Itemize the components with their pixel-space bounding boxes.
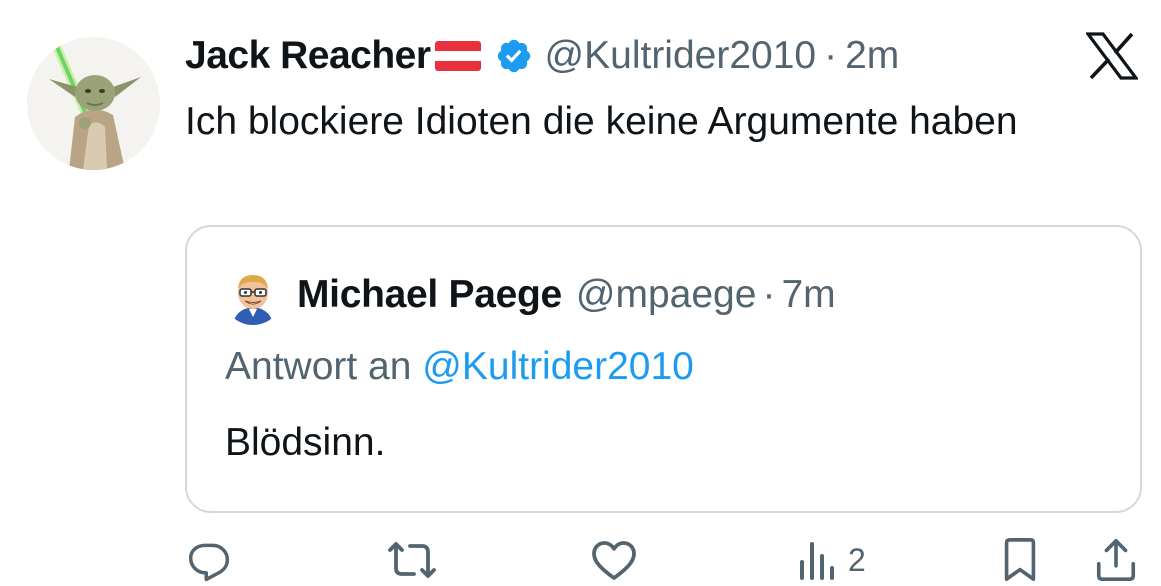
- author-display-name[interactable]: Jack Reacher: [185, 34, 431, 78]
- tweet-header: Jack Reacher @Kultrider2010 · 2m: [185, 28, 899, 84]
- retweet-icon: [386, 538, 438, 582]
- quoted-author-handle[interactable]: @mpaege: [576, 273, 757, 317]
- reply-prefix: Antwort an: [225, 345, 412, 388]
- share-button[interactable]: [1094, 536, 1138, 584]
- reply-button[interactable]: [186, 536, 232, 584]
- views-icon: [796, 538, 836, 582]
- author-handle[interactable]: @Kultrider2010: [545, 34, 817, 78]
- tweet-text: Ich blockiere Idioten die keine Argument…: [185, 100, 1018, 143]
- verified-badge-icon[interactable]: [495, 37, 533, 75]
- quoted-separator-dot: ·: [762, 273, 776, 316]
- bookmark-button[interactable]: [1000, 536, 1040, 584]
- author-avatar[interactable]: [27, 37, 160, 170]
- retweet-button[interactable]: [386, 536, 438, 584]
- quoted-tweet-text: Blödsinn.: [225, 421, 386, 464]
- tweet-action-bar: 2: [0, 534, 1161, 586]
- like-icon: [590, 538, 638, 582]
- bookmark-icon: [1000, 537, 1040, 583]
- yoda-avatar-image: [27, 37, 160, 170]
- like-button[interactable]: [590, 536, 638, 584]
- x-logo-icon: [1086, 32, 1138, 80]
- reply-icon: [186, 538, 232, 582]
- austria-flag-icon: [434, 41, 481, 71]
- views-button[interactable]: 2: [796, 536, 866, 584]
- views-count: 2: [848, 541, 866, 578]
- tweet-card[interactable]: Jack Reacher @Kultrider2010 · 2m Ich blo…: [0, 0, 1161, 586]
- cartoon-avatar-image: [223, 265, 283, 325]
- quoted-tweet-timestamp[interactable]: 7m: [781, 273, 835, 317]
- share-icon: [1094, 537, 1138, 583]
- quoted-author-display-name[interactable]: Michael Paege: [297, 273, 562, 317]
- reply-mention-link[interactable]: @Kultrider2010: [422, 345, 694, 388]
- reply-context: Antwort an @Kultrider2010: [225, 345, 694, 389]
- quoted-tweet-card[interactable]: Michael Paege @mpaege · 7m Antwort an @K…: [185, 225, 1142, 513]
- quoted-author-avatar[interactable]: [223, 265, 283, 325]
- separator-dot: ·: [824, 34, 838, 77]
- quoted-tweet-header: Michael Paege @mpaege · 7m: [223, 265, 836, 325]
- tweet-timestamp[interactable]: 2m: [845, 34, 899, 78]
